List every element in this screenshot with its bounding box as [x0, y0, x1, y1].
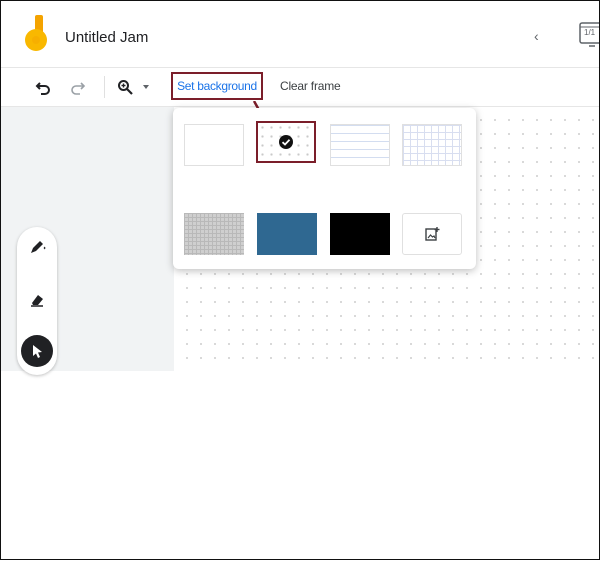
zoom-icon	[118, 80, 133, 95]
set-background-button[interactable]: Set background	[171, 72, 263, 100]
background-option-black[interactable]	[330, 213, 390, 255]
toolbar: Set background Clear frame	[1, 68, 599, 107]
top-bar: Untitled Jam ‹ 1/1	[1, 1, 599, 68]
app-frame: Untitled Jam ‹ 1/1 Set background Clear …	[0, 0, 600, 560]
undo-button[interactable]	[32, 76, 54, 98]
pen-tool[interactable]	[21, 231, 53, 263]
checkmark-icon	[279, 135, 293, 149]
zoom-dropdown-icon[interactable]	[139, 76, 153, 98]
redo-icon	[71, 82, 86, 95]
eraser-icon	[31, 295, 43, 307]
add-image-icon	[425, 227, 440, 241]
background-option-upload[interactable]	[402, 213, 462, 255]
document-title[interactable]: Untitled Jam	[65, 29, 148, 46]
background-option-gray-grid[interactable]	[184, 213, 244, 255]
page-indicator: 1/1	[584, 28, 596, 37]
redo-button[interactable]	[67, 76, 89, 98]
toolbar-divider	[104, 76, 105, 98]
tool-palette	[17, 227, 57, 375]
background-picker-panel	[173, 108, 476, 269]
clear-frame-button[interactable]: Clear frame	[280, 79, 341, 93]
chevron-left-icon[interactable]: ‹	[534, 28, 539, 44]
background-option-blue[interactable]	[257, 213, 317, 255]
frame-bar-button[interactable]: 1/1	[577, 21, 599, 49]
undo-icon	[35, 82, 50, 95]
cursor-icon	[33, 345, 42, 358]
background-option-blank[interactable]	[184, 124, 244, 166]
background-option-grid[interactable]	[402, 124, 462, 166]
eraser-tool[interactable]	[21, 283, 53, 315]
select-tool[interactable]	[21, 335, 53, 367]
pen-icon	[31, 241, 46, 253]
jamboard-logo-icon	[25, 15, 47, 51]
background-option-dotted[interactable]	[256, 121, 316, 163]
zoom-button[interactable]	[114, 76, 136, 98]
background-option-lined[interactable]	[330, 124, 390, 166]
